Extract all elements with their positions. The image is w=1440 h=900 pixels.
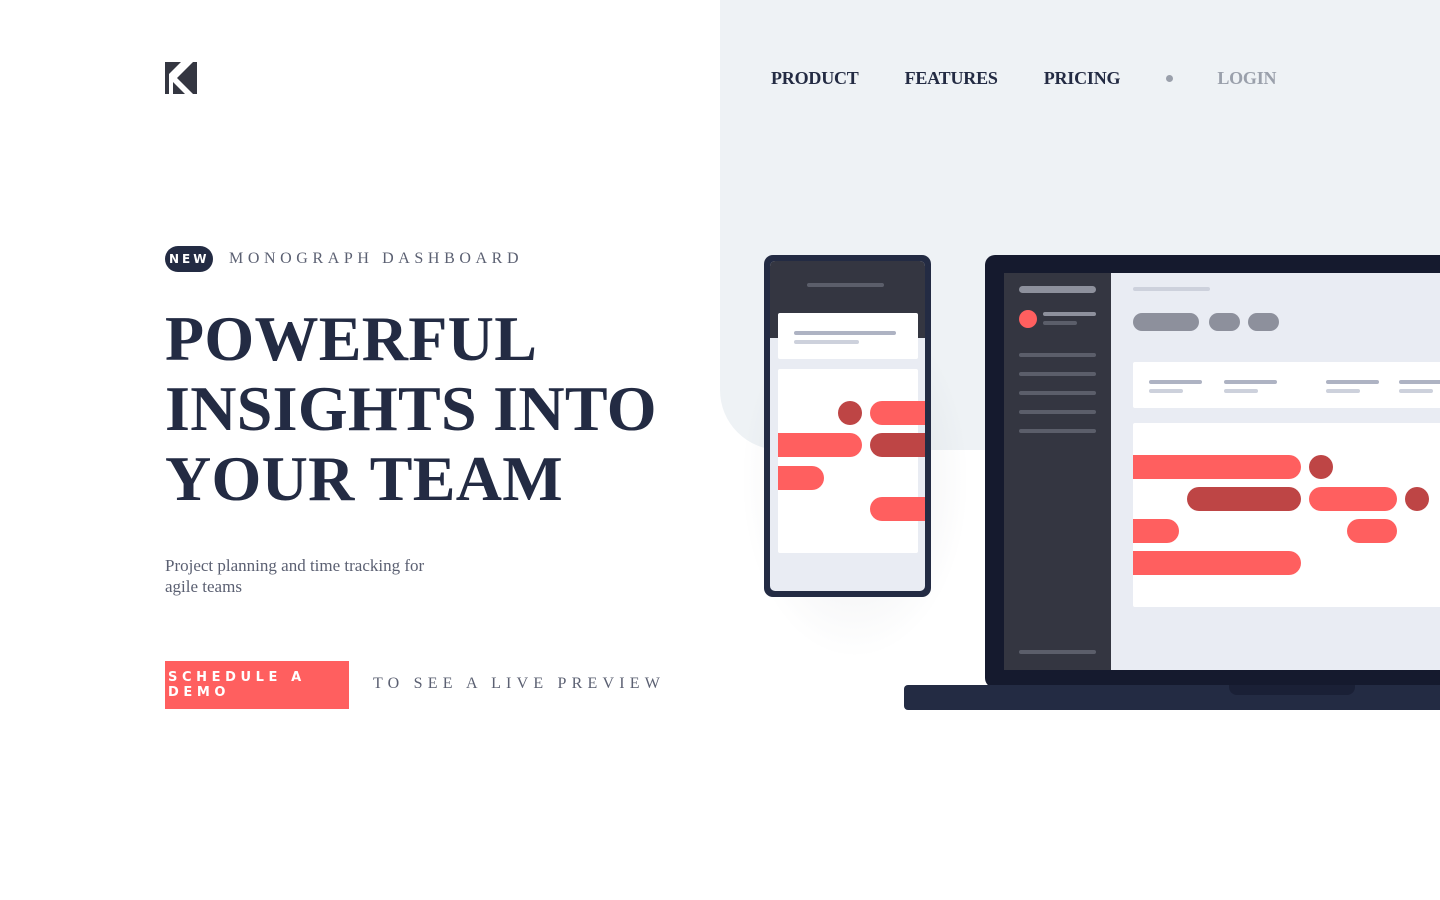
content-header-line xyxy=(1399,389,1433,393)
timeline-bar xyxy=(1187,487,1301,511)
sidebar-menu-line xyxy=(1019,372,1096,376)
phone-timeline-bar xyxy=(870,401,925,425)
timeline-bar xyxy=(1133,551,1301,575)
phone-timeline-bar xyxy=(870,433,925,457)
content-header-line xyxy=(1224,389,1258,393)
content-header-line xyxy=(1326,380,1379,384)
main-nav: PRODUCT FEATURES PRICING LOGIN xyxy=(771,66,1277,90)
laptop-base xyxy=(904,685,1440,710)
sidebar-menu-line xyxy=(1019,429,1096,433)
phone-timeline-card xyxy=(778,369,918,553)
content-header-line xyxy=(1149,380,1202,384)
nav-separator-dot xyxy=(1166,74,1174,82)
content-timeline-card xyxy=(1133,423,1440,607)
sidebar-menu-line xyxy=(1019,391,1096,395)
product-name-label: MONOGRAPH DASHBOARD xyxy=(229,250,524,267)
content-pill xyxy=(1209,313,1240,331)
phone-timeline-bar xyxy=(870,497,925,521)
nav-login[interactable]: LOGIN xyxy=(1217,68,1276,89)
sidebar-footer-line xyxy=(1019,650,1096,654)
subtitle-line: Project planning and time tracking for xyxy=(165,556,425,575)
phone-title-line xyxy=(794,331,896,335)
phone-timeline-dot xyxy=(838,401,862,425)
content-header-line xyxy=(1149,389,1183,393)
timeline-bar xyxy=(1309,487,1397,511)
timeline-dot xyxy=(1405,487,1429,511)
phone-mockup-illustration xyxy=(764,255,931,597)
hero-headline: POWERFUL INSIGHTS INTO YOUR TEAM xyxy=(165,304,685,514)
laptop-sidebar xyxy=(1004,273,1111,670)
sidebar-user-line xyxy=(1043,321,1077,325)
content-header-line xyxy=(1326,389,1360,393)
schedule-demo-button[interactable]: SCHEDULE A DEMO xyxy=(165,661,349,709)
content-pill xyxy=(1133,313,1199,331)
phone-subtitle-line xyxy=(794,340,859,344)
content-header-card xyxy=(1133,362,1440,408)
new-badge: NEW xyxy=(165,246,213,272)
phone-timeline-bar xyxy=(778,466,824,490)
content-pill xyxy=(1248,313,1279,331)
timeline-bar xyxy=(1133,519,1179,543)
phone-title-card xyxy=(778,313,918,359)
sidebar-avatar xyxy=(1019,310,1037,328)
k-logo-icon[interactable] xyxy=(165,62,197,94)
timeline-dot xyxy=(1309,455,1333,479)
content-header-line xyxy=(1224,380,1277,384)
timeline-bar xyxy=(1347,519,1397,543)
phone-screen xyxy=(770,261,925,591)
content-breadcrumb-line xyxy=(1133,287,1210,291)
sidebar-menu-line xyxy=(1019,410,1096,414)
content-header-line xyxy=(1399,380,1440,384)
laptop-mockup-illustration xyxy=(985,255,1440,688)
headline-line: INSIGHTS INTO xyxy=(165,373,657,444)
nav-pricing[interactable]: PRICING xyxy=(1044,68,1121,89)
phone-timeline-bar xyxy=(778,433,862,457)
headline-line: YOUR TEAM xyxy=(165,443,563,514)
subtitle-line: agile teams xyxy=(165,577,242,596)
sidebar-user-line xyxy=(1043,312,1096,316)
headline-line: POWERFUL xyxy=(165,303,538,374)
sidebar-menu-line xyxy=(1019,353,1096,357)
nav-features[interactable]: FEATURES xyxy=(905,68,998,89)
laptop-trackpad-notch xyxy=(1229,685,1355,695)
laptop-screen xyxy=(1004,273,1440,670)
nav-product[interactable]: PRODUCT xyxy=(771,68,859,89)
timeline-bar xyxy=(1133,455,1301,479)
sidebar-title-line xyxy=(1019,286,1096,293)
cta-note: TO SEE A LIVE PREVIEW xyxy=(373,675,666,692)
product-badge-row: NEW MONOGRAPH DASHBOARD xyxy=(165,246,523,272)
hero-subtitle: Project planning and time tracking for a… xyxy=(165,555,465,597)
phone-notch-bar xyxy=(807,283,884,287)
